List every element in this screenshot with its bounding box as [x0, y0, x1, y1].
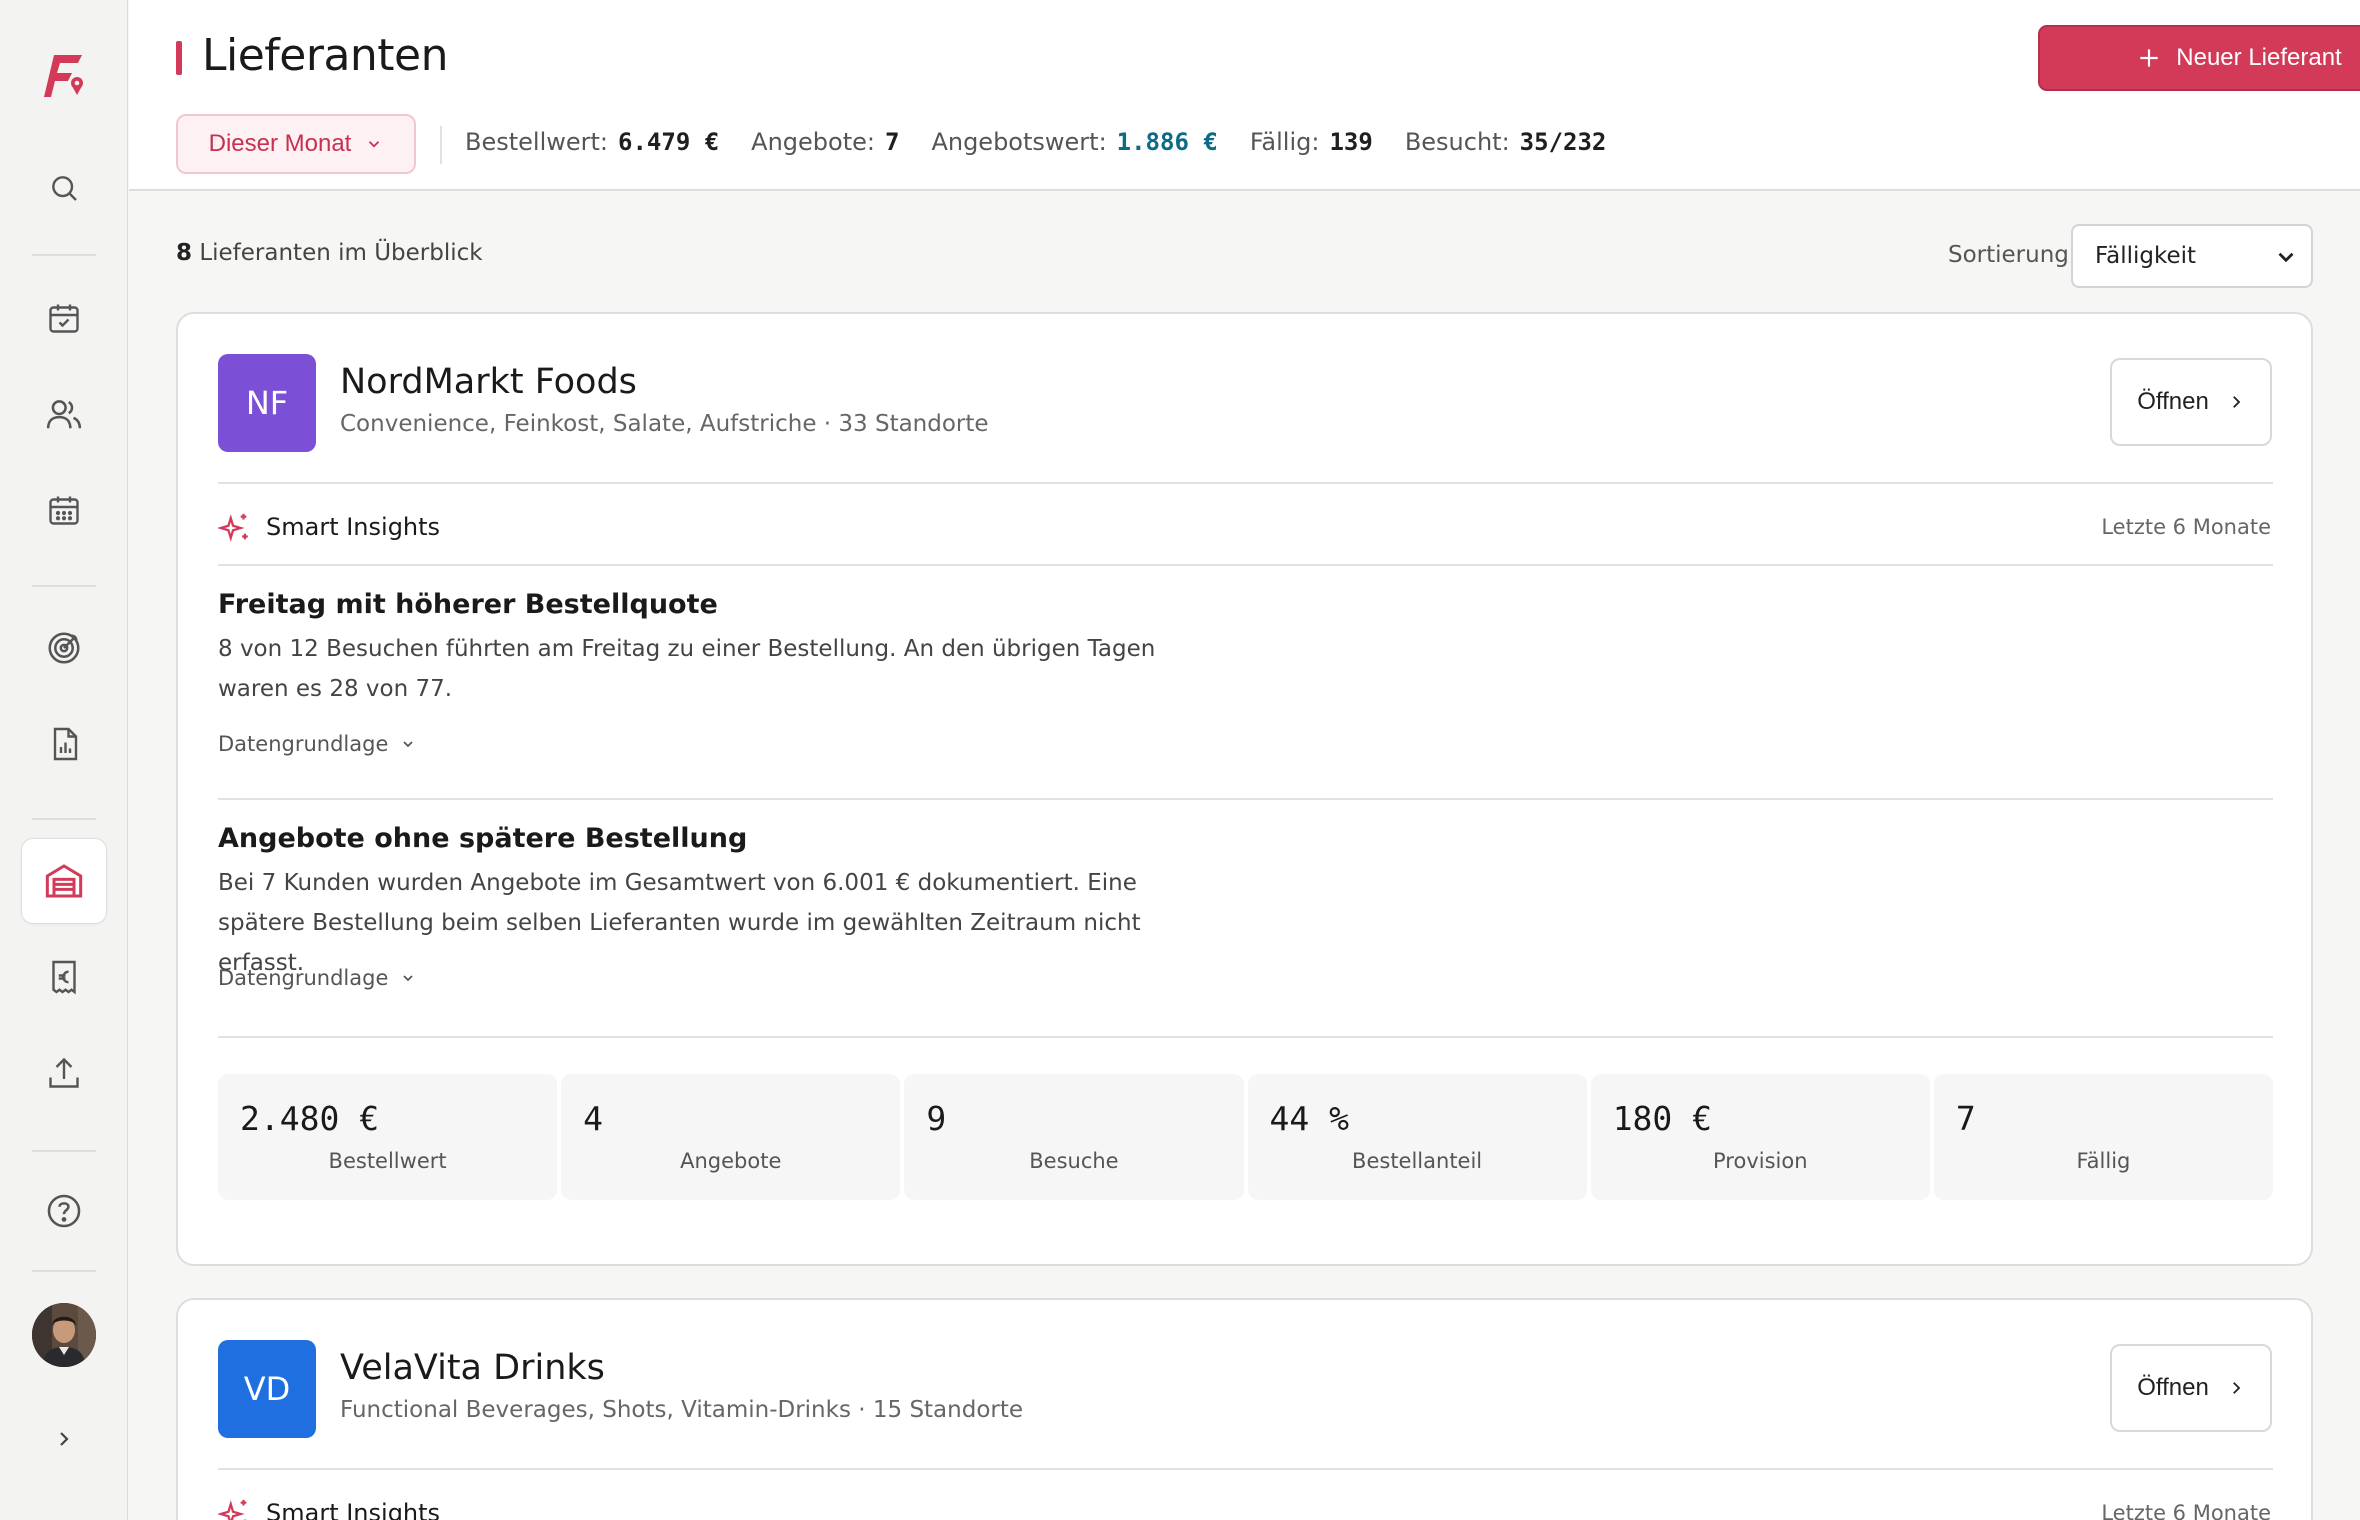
sort-label: Sortierung [1948, 242, 2069, 268]
chevron-down-icon [403, 975, 413, 982]
help-icon [47, 1194, 81, 1228]
divider [218, 1036, 2273, 1038]
title-accent-bar [176, 41, 182, 75]
stat-offer-value: Angebotswert: 1.886 € [931, 128, 1218, 156]
stat-order-value: Bestellwert: 6.479 € [465, 128, 720, 156]
sidebar-commissions[interactable] [21, 934, 107, 1020]
plus-icon [2140, 49, 2158, 67]
data-basis-label: Datengrundlage [218, 966, 389, 990]
supplier-card: NF NordMarkt Foods Convenience, Feinkost… [176, 312, 2313, 1266]
supplier-subtitle: Convenience, Feinkost, Salate, Aufstrich… [340, 411, 989, 437]
calendar-icon [49, 496, 79, 525]
metric-visits: 9 Besuche [904, 1074, 1244, 1200]
divider [440, 126, 442, 164]
sidebar-divider [32, 585, 96, 587]
data-basis-toggle[interactable]: Datengrundlage [218, 732, 416, 756]
insight-text: Bei 7 Kunden wurden Angebote im Gesamtwe… [218, 870, 1141, 976]
open-label: Öffnen [2137, 388, 2209, 415]
avatar[interactable] [32, 1303, 96, 1367]
supplier-name: VelaVita Drinks [340, 1348, 605, 1388]
calendar-check-icon [49, 304, 79, 333]
sidebar-appointments[interactable] [21, 275, 107, 361]
insight-title: Freitag mit höherer Bestellquote [218, 589, 718, 620]
data-basis-toggle[interactable]: Datengrundlage [218, 966, 416, 990]
sidebar [0, 0, 128, 1520]
chevron-down-icon [403, 741, 413, 748]
sparkles-icon [218, 1499, 247, 1520]
euro-receipt-icon [52, 960, 76, 995]
sort-value: Fälligkeit [2095, 243, 2197, 269]
sidebar-calendar[interactable] [21, 467, 107, 553]
new-supplier-button[interactable]: Neuer Lieferant [2038, 25, 2360, 91]
app-logo-icon [44, 55, 83, 97]
sidebar-divider [32, 1150, 96, 1152]
page-header: Lieferanten Neuer Lieferant Dieser Monat… [129, 0, 2360, 191]
supplier-count: 8 Lieferanten im Überblick [176, 240, 483, 266]
divider [218, 482, 2273, 484]
insights-period: Letzte 6 Monate [2101, 515, 2271, 539]
sidebar-customers[interactable] [21, 371, 107, 457]
divider [218, 798, 2273, 800]
supplier-logo: VD [218, 1340, 316, 1438]
users-icon [46, 400, 82, 429]
divider [218, 564, 2273, 566]
chevron-right-icon [60, 1432, 69, 1446]
target-icon [48, 632, 80, 664]
avatar-image [32, 1303, 96, 1367]
period-dropdown[interactable]: Dieser Monat [176, 114, 416, 174]
new-supplier-label: Neuer Lieferant [2176, 44, 2342, 71]
sidebar-expand[interactable] [21, 1396, 107, 1482]
stat-due: Fällig: 139 [1249, 128, 1373, 156]
sidebar-reports[interactable] [21, 701, 107, 787]
open-supplier-button[interactable]: Öffnen [2110, 358, 2272, 446]
stat-visited: Besucht: 35/232 [1404, 128, 1607, 156]
sidebar-divider [32, 254, 96, 256]
sidebar-upload[interactable] [21, 1030, 107, 1116]
metric-order-value: 2.480 € Bestellwert [218, 1074, 558, 1200]
sidebar-search[interactable] [21, 145, 107, 231]
sidebar-divider [32, 818, 96, 820]
supplier-subtitle: Functional Beverages, Shots, Vitamin-Dri… [340, 1397, 1024, 1423]
warehouse-icon [45, 864, 83, 898]
metric-offers: 4 Angebote [561, 1074, 901, 1200]
smart-insights-title: Smart Insights [266, 1499, 441, 1520]
sidebar-divider [32, 1270, 96, 1272]
supplier-metrics: 2.480 € Bestellwert 4 Angebote 9 Besuche 44… [218, 1074, 2274, 1200]
divider [218, 1468, 2273, 1470]
report-icon [53, 727, 78, 761]
stat-offers: Angebote: 7 [751, 128, 900, 156]
metric-commission: 180 € Provision [1590, 1074, 1930, 1200]
insight-title: Angebote ohne spätere Bestellung [218, 823, 748, 854]
smart-insights-title: Smart Insights [266, 513, 441, 541]
chevron-down-icon [2278, 252, 2294, 263]
app-logo[interactable] [21, 32, 107, 118]
supplier-name: NordMarkt Foods [340, 362, 637, 402]
sidebar-targets[interactable] [21, 605, 107, 691]
sidebar-help[interactable] [21, 1168, 107, 1254]
page-title: Lieferanten [202, 30, 449, 81]
data-basis-label: Datengrundlage [218, 732, 389, 756]
chevron-right-icon [2232, 1382, 2241, 1394]
sort-select[interactable]: Fälligkeit [2071, 224, 2313, 288]
chevron-right-icon [2232, 396, 2241, 408]
supplier-logo: NF [218, 354, 316, 452]
chevron-down-icon [369, 141, 380, 148]
summary-stats: Bestellwert: 6.479 € Angebote: 7 Angebotsw… [465, 128, 1606, 156]
insight-text: 8 von 12 Besuchen führten am Freitag zu … [218, 636, 1156, 702]
open-supplier-button[interactable]: Öffnen [2110, 1344, 2272, 1432]
metric-order-share: 44 % Bestellanteil [1247, 1074, 1587, 1200]
upload-icon [49, 1057, 79, 1088]
sparkles-icon [218, 513, 248, 542]
period-label: Dieser Monat [208, 130, 352, 157]
supplier-card: VD VelaVita Drinks Functional Beverages,… [176, 1298, 2313, 1520]
search-icon [52, 176, 77, 201]
sidebar-suppliers[interactable] [21, 838, 107, 924]
open-label: Öffnen [2137, 1374, 2209, 1401]
insights-period: Letzte 6 Monate [2101, 1501, 2271, 1520]
metric-due: 7 Fällig [1933, 1074, 2274, 1200]
